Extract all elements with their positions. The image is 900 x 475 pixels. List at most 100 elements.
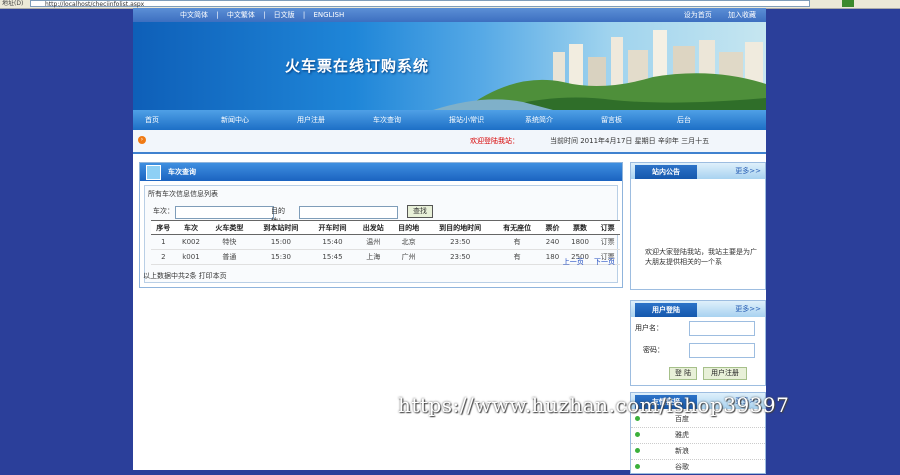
password-input[interactable] <box>689 343 755 358</box>
login-box: 用户登陆 更多>> 用户名： 密码： 登 陆 用户注册 <box>630 300 766 386</box>
menu-about[interactable]: 系统简介 <box>525 110 553 130</box>
panel-title: 车次查询 <box>168 168 196 176</box>
col-price: 票价 <box>540 220 565 235</box>
cell-origin: 温州 <box>355 234 391 250</box>
prev-page-link[interactable]: 上一页 <box>563 258 584 266</box>
cell-tickets: 1800 <box>564 234 596 250</box>
register-button[interactable]: 用户注册 <box>703 367 747 380</box>
train-number-label: 车次： <box>153 207 174 215</box>
welcome-text: 欢迎登陆我站： <box>470 137 519 145</box>
train-table: 序号 车次 火车类型 到本站时间 开车时间 出发站 目的地 到目的地时间 有无座… <box>151 220 620 265</box>
address-label: 地址(D) <box>2 0 24 7</box>
lang-english[interactable]: ENGLISH <box>313 11 344 19</box>
menu-admin[interactable]: 后台 <box>677 110 691 130</box>
bullet-icon <box>635 432 640 437</box>
bullet-icon <box>635 464 640 469</box>
panel-body: 所有车次信息信息列表 车次： 目的地： 查找 序号 车次 火车类型 到本站时间 … <box>144 185 620 283</box>
menu-home[interactable]: 首页 <box>145 110 159 130</box>
add-favorite-link[interactable]: 加入收藏 <box>728 11 756 19</box>
cell-seats: 有 <box>494 234 541 250</box>
menu-guestbook[interactable]: 留言板 <box>601 110 622 130</box>
col-seats: 有无座位 <box>494 220 541 235</box>
top-nav: 中文简体 | 中文繁体 | 日文版 | ENGLISH 设为首页 加入收藏 <box>133 8 766 22</box>
cell-dest-time: 23:50 <box>426 234 495 250</box>
col-type: 火车类型 <box>206 220 253 235</box>
menu-tips[interactable]: 报站小常识 <box>449 110 484 130</box>
language-switcher: 中文简体 | 中文繁体 | 日文版 | ENGLISH <box>177 8 347 22</box>
lang-divider: | <box>216 11 219 19</box>
menu-train-query[interactable]: 车次查询 <box>373 110 401 130</box>
col-train: 车次 <box>175 220 207 235</box>
col-index: 序号 <box>151 220 176 235</box>
link-label[interactable]: 新浪 <box>675 446 689 456</box>
set-homepage-link[interactable]: 设为首页 <box>684 11 712 19</box>
destination-input[interactable] <box>299 206 398 219</box>
site-banner: 火车票在线订购系统 <box>133 22 766 110</box>
col-origin: 出发站 <box>355 220 391 235</box>
lang-simplified[interactable]: 中文简体 <box>180 11 208 19</box>
link-item[interactable]: 谷歌 <box>631 459 765 475</box>
cell-destination: 广州 <box>390 249 427 265</box>
link-item[interactable]: 新浪 <box>631 443 765 460</box>
book-link[interactable]: 订票 <box>595 234 620 250</box>
col-depart: 开车时间 <box>309 220 356 235</box>
col-destination: 目的地 <box>390 220 427 235</box>
current-time: 当前时间 2011年4月17日 星期日 辛卯年 三月十五 <box>550 137 710 145</box>
cell-arrive: 15:30 <box>252 249 310 265</box>
login-button[interactable]: 登 陆 <box>669 367 697 380</box>
col-arrive: 到本站时间 <box>252 220 310 235</box>
next-page-link[interactable]: 下一页 <box>594 258 615 266</box>
table-row: 1 K002 特快 15:00 15:40 温州 北京 23:50 有 240 … <box>151 234 620 250</box>
cell-type: 普通 <box>206 249 253 265</box>
status-strip: › 欢迎登陆我站： 当前时间 2011年4月17日 星期日 辛卯年 三月十五 <box>133 130 766 154</box>
cell-index: 1 <box>151 234 176 250</box>
cell-seats: 有 <box>494 249 541 265</box>
search-button[interactable]: 查找 <box>407 205 433 218</box>
notice-more-link[interactable]: 更多>> <box>735 166 761 176</box>
result-summary: 以上数据中共2条 打印本页 <box>143 272 227 280</box>
col-tickets: 票数 <box>564 220 596 235</box>
username-label: 用户名： <box>635 324 663 332</box>
username-input[interactable] <box>689 321 755 336</box>
notice-header: 站内公告 更多>> <box>631 163 765 179</box>
login-title: 用户登陆 <box>635 303 697 317</box>
table-row: 2 k001 普通 15:30 15:45 上海 广州 23:50 有 180 … <box>151 249 620 265</box>
link-label[interactable]: 雅虎 <box>675 430 689 440</box>
lang-divider: | <box>263 11 266 19</box>
main-menu: 首页 新闻中心 用户注册 车次查询 报站小常识 系统简介 留言板 后台 <box>133 110 766 130</box>
city-skyline-image <box>433 30 766 110</box>
lang-traditional[interactable]: 中文繁体 <box>227 11 255 19</box>
cell-train: k001 <box>175 249 207 265</box>
cell-price: 240 <box>540 234 565 250</box>
menu-news[interactable]: 新闻中心 <box>221 110 249 130</box>
train-number-input[interactable] <box>175 206 274 219</box>
notice-text: 欢迎大家登陆我站，我站主要是为广大朋友提供相关的一个系 <box>645 248 757 266</box>
go-button[interactable] <box>842 0 854 7</box>
monitor-icon <box>146 165 161 180</box>
notice-box: 站内公告 更多>> 欢迎大家登陆我站，我站主要是为广大朋友提供相关的一个系 <box>630 162 766 290</box>
cell-index: 2 <box>151 249 176 265</box>
lang-divider: | <box>302 11 306 19</box>
link-label[interactable]: 谷歌 <box>675 462 689 472</box>
cell-origin: 上海 <box>355 249 391 265</box>
pager: 上一页 下一页 <box>555 257 615 267</box>
cell-destination: 北京 <box>390 234 427 250</box>
cell-dest-time: 23:50 <box>426 249 495 265</box>
lang-japanese[interactable]: 日文版 <box>274 11 295 19</box>
cell-depart: 15:40 <box>309 234 356 250</box>
cell-train: K002 <box>175 234 207 250</box>
col-book: 订票 <box>595 220 620 235</box>
watermark-text: https://www.huzhan.com/ishop39397 <box>398 393 790 417</box>
url-input[interactable]: http://localhost/checiinfolist.aspx <box>30 0 810 8</box>
login-header: 用户登陆 更多>> <box>631 301 765 317</box>
panel-header: 车次查询 <box>140 163 622 181</box>
login-more-link[interactable]: 更多>> <box>735 304 761 314</box>
col-dest-time: 到目的地时间 <box>426 220 495 235</box>
cell-type: 特快 <box>206 234 253 250</box>
link-item[interactable]: 雅虎 <box>631 427 765 444</box>
list-caption: 所有车次信息信息列表 <box>148 190 218 198</box>
cell-depart: 15:45 <box>309 249 356 265</box>
arrow-right-icon: › <box>138 136 146 144</box>
menu-register[interactable]: 用户注册 <box>297 110 325 130</box>
top-links: 设为首页 加入收藏 <box>670 8 756 22</box>
